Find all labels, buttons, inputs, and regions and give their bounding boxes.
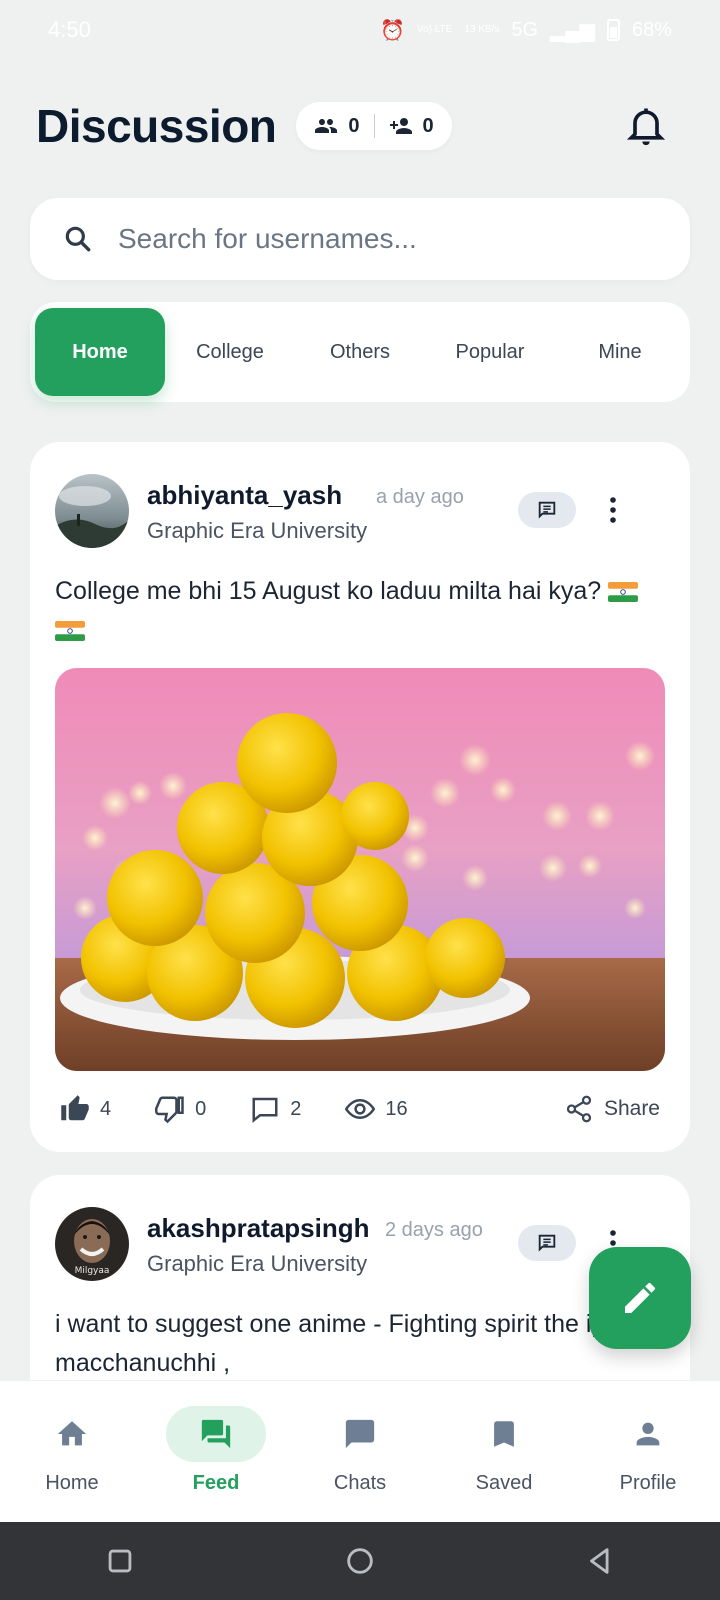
more-options-button[interactable] — [598, 492, 628, 528]
avatar[interactable] — [55, 474, 129, 548]
post-text: i want to suggest one anime - Fighting s… — [55, 1310, 634, 1377]
bell-icon[interactable] — [624, 103, 668, 147]
nav-feed[interactable]: Feed — [156, 1406, 276, 1495]
pill-divider — [373, 114, 375, 138]
tab-college[interactable]: College — [165, 308, 295, 396]
post-actions: 4 0 2 16 Share — [60, 1087, 660, 1131]
post-time: 2 days ago — [385, 1219, 483, 1241]
tab-home[interactable]: Home — [35, 308, 165, 396]
india-flag-icon — [55, 621, 85, 642]
dislike-button[interactable]: 0 — [155, 1094, 206, 1124]
message-author-button[interactable] — [518, 492, 576, 528]
person-icon — [636, 1422, 660, 1446]
laddu-plate-image — [55, 668, 665, 1071]
header: Discussion 0 0 — [36, 95, 686, 157]
like-button[interactable]: 4 — [60, 1094, 111, 1124]
nav-saved[interactable]: Saved — [444, 1406, 564, 1495]
avatar-image — [55, 474, 129, 548]
status-bar: 4:50 ⏰ Vo) LTE 13 KB/s 5G ▂▄▆ 68% — [0, 0, 720, 60]
group-icon — [315, 119, 338, 133]
tab-popular[interactable]: Popular — [425, 308, 555, 396]
followers-count: 0 — [348, 114, 360, 137]
tab-mine[interactable]: Mine — [555, 308, 685, 396]
category-tabs: Home College Others Popular Mine — [30, 302, 690, 402]
back-icon[interactable] — [583, 1544, 617, 1578]
comment-count: 2 — [290, 1097, 302, 1120]
connections-pill[interactable]: 0 0 — [296, 102, 452, 150]
nav-chats[interactable]: Chats — [300, 1406, 420, 1495]
nav-icon-container — [22, 1406, 122, 1462]
eye-icon — [345, 1098, 376, 1120]
status-icons: ⏰ Vo) LTE 13 KB/s 5G ▂▄▆ 68% — [380, 18, 672, 43]
india-flag-icon — [608, 582, 639, 603]
nav-icon-container — [598, 1406, 698, 1462]
battery-level: 68% — [631, 18, 672, 41]
nav-home[interactable]: Home — [12, 1406, 132, 1495]
thumb-down-icon — [155, 1096, 184, 1124]
nav-label: Saved — [475, 1472, 533, 1494]
home-circle-icon[interactable] — [343, 1544, 377, 1578]
tab-others[interactable]: Others — [295, 308, 425, 396]
comment-button[interactable]: 2 — [250, 1094, 301, 1124]
post-college: Graphic Era University — [147, 518, 368, 543]
battery-icon — [606, 19, 620, 41]
bottom-nav: Home Feed Chats Saved Profile — [0, 1380, 720, 1522]
post-content: College me bhi 15 August ko laduu milta … — [55, 572, 655, 650]
nav-profile[interactable]: Profile — [588, 1406, 708, 1495]
message-author-button[interactable] — [518, 1225, 576, 1261]
nav-icon-container — [166, 1406, 266, 1462]
nav-icon-container — [310, 1406, 410, 1462]
nav-label: Chats — [333, 1472, 387, 1494]
view-count: 16 — [385, 1097, 408, 1120]
share-label: Share — [603, 1097, 660, 1120]
comment-icon — [252, 1097, 278, 1123]
search-input[interactable] — [118, 223, 638, 255]
nav-icon-container — [454, 1406, 554, 1462]
post-time: a day ago — [376, 486, 464, 508]
edit-icon — [625, 1282, 656, 1313]
bookmark-icon — [494, 1421, 514, 1447]
views-indicator: 16 — [345, 1094, 408, 1124]
nav-label: Home — [45, 1472, 99, 1494]
search-bar[interactable] — [30, 198, 690, 280]
signal-icon: ▂▄▆ — [550, 19, 595, 42]
search-icon — [65, 226, 91, 252]
share-button[interactable]: Share — [564, 1094, 660, 1124]
message-icon — [538, 501, 556, 519]
status-time: 4:50 — [48, 17, 91, 42]
avatar-caption: Milgyaa — [75, 1266, 110, 1276]
volte-indicator: Vo) LTE — [416, 24, 453, 35]
post-image[interactable] — [55, 668, 665, 1071]
more-vert-icon — [610, 497, 616, 523]
post-text: College me bhi 15 August ko laduu milta … — [55, 577, 602, 605]
create-post-button[interactable] — [589, 1247, 691, 1349]
avatar[interactable]: Milgyaa — [55, 1207, 129, 1281]
network-speed: 13 KB/s — [464, 24, 500, 35]
chat-icon — [345, 1419, 375, 1449]
person-add-icon — [389, 118, 412, 134]
nav-label: Profile — [619, 1472, 677, 1494]
message-icon — [538, 1234, 556, 1252]
alarm-icon: ⏰ — [380, 19, 405, 42]
dislike-count: 0 — [195, 1097, 207, 1120]
network-type: 5G — [511, 18, 539, 41]
share-icon — [566, 1095, 592, 1123]
nav-label: Feed — [192, 1472, 240, 1494]
post-college: Graphic Era University — [147, 1251, 368, 1276]
post-username[interactable]: akashpratapsingh — [147, 1213, 370, 1244]
system-nav-bar — [0, 1522, 720, 1600]
thumb-up-icon — [61, 1095, 89, 1121]
recents-icon[interactable] — [103, 1544, 137, 1578]
forum-icon — [201, 1419, 231, 1449]
post-card[interactable]: abhiyanta_yash a day ago Graphic Era Uni… — [30, 442, 690, 1152]
avatar-image: Milgyaa — [55, 1207, 129, 1281]
home-icon — [57, 1421, 87, 1446]
like-count: 4 — [100, 1097, 112, 1120]
following-count: 0 — [422, 114, 434, 137]
post-username[interactable]: abhiyanta_yash — [147, 480, 342, 511]
page-title: Discussion — [36, 100, 277, 152]
